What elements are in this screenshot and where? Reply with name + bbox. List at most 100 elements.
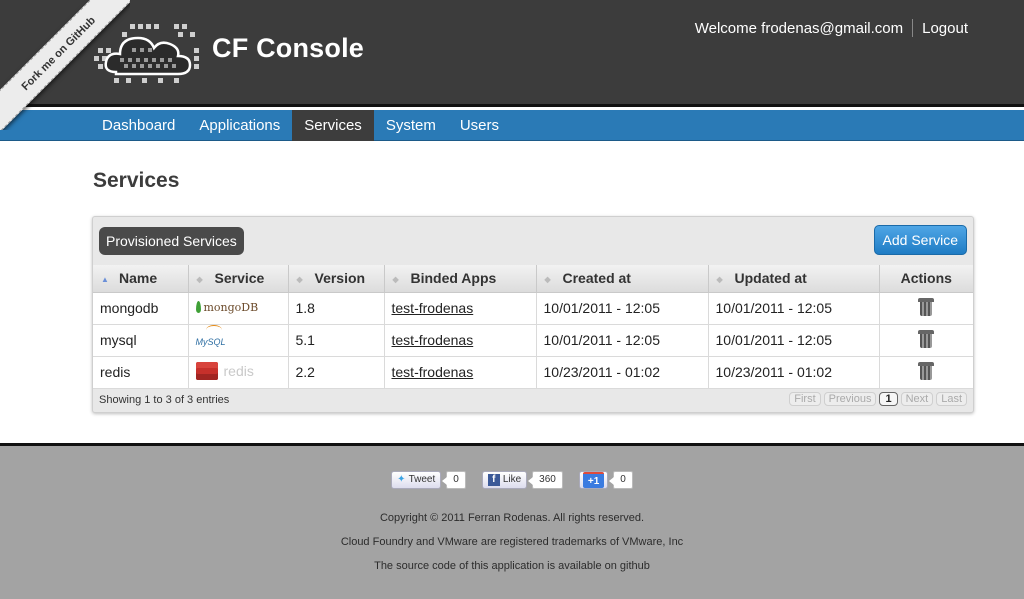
cell-service: redis bbox=[188, 356, 289, 389]
cell-name: mysql bbox=[93, 324, 189, 357]
like-button[interactable]: f Like bbox=[481, 471, 528, 489]
cell-updated-at: 10/01/2011 - 12:05 bbox=[708, 324, 880, 357]
column-header-updated-at[interactable]: ◆ Updated at bbox=[708, 265, 880, 293]
column-header-service[interactable]: ◆ Service bbox=[188, 265, 289, 293]
tweet-button[interactable]: ✦ Tweet bbox=[391, 471, 442, 489]
google-plusone-icon: +1 bbox=[582, 472, 605, 488]
add-service-button[interactable]: Add Service bbox=[873, 225, 967, 255]
github-ribbon[interactable]: Fork me on GitHub bbox=[0, 0, 130, 130]
cell-binded-apps: test-frodenas bbox=[384, 292, 537, 325]
services-panel: Provisioned Services Add Service ▲ Name ◆… bbox=[92, 216, 974, 413]
welcome-text: Welcome frodenas@gmail.com bbox=[694, 19, 904, 37]
sort-asc-icon: ▲ bbox=[101, 275, 109, 285]
trash-icon[interactable] bbox=[918, 361, 935, 380]
table-row: redis redis 2.2 test-frodenas 10/23/2011… bbox=[93, 356, 973, 389]
service-logo-text: MySQL bbox=[195, 337, 226, 347]
logout-link[interactable]: Logout bbox=[922, 20, 968, 37]
table-header-row: ▲ Name ◆ Service ◆ Version ◆ Binded Apps ◆ Cr… bbox=[93, 265, 973, 293]
cell-binded-apps: test-frodenas bbox=[384, 356, 537, 389]
sort-icon: ◆ bbox=[296, 275, 303, 285]
cell-name: mongodb bbox=[93, 292, 189, 325]
column-label: Service bbox=[214, 270, 265, 287]
like-count: 360 bbox=[528, 471, 563, 489]
trash-icon[interactable] bbox=[918, 297, 935, 316]
pagination: First Previous 1 Next Last bbox=[789, 392, 967, 406]
cell-actions bbox=[879, 292, 973, 325]
cell-updated-at: 10/01/2011 - 12:05 bbox=[708, 292, 880, 325]
column-label: Binded Apps bbox=[410, 270, 497, 287]
binded-app-link[interactable]: test-frodenas bbox=[392, 332, 474, 348]
cell-binded-apps: test-frodenas bbox=[384, 324, 537, 357]
cell-version: 5.1 bbox=[288, 324, 385, 357]
nav-item-services[interactable]: Services bbox=[292, 110, 374, 141]
mongodb-logo-icon: mongoDB bbox=[195, 300, 259, 314]
cell-version: 2.2 bbox=[288, 356, 385, 389]
page-footer: ✦ Tweet 0 f Like 360 +1 0 Copyright © 2011… bbox=[0, 443, 1024, 599]
cell-version: 1.8 bbox=[288, 292, 385, 325]
github-ribbon-label[interactable]: Fork me on GitHub bbox=[0, 0, 130, 130]
divider bbox=[912, 19, 914, 37]
tweet-count: 0 bbox=[442, 471, 466, 489]
source-code-text: The source code of this application is a… bbox=[374, 560, 650, 572]
sort-icon: ◆ bbox=[544, 275, 551, 285]
sort-icon: ◆ bbox=[716, 275, 723, 285]
pager-last[interactable]: Last bbox=[936, 392, 967, 406]
main-nav: Dashboard Applications Services System U… bbox=[0, 110, 1024, 141]
column-label: Name bbox=[119, 270, 158, 287]
tweet-widget: ✦ Tweet 0 bbox=[391, 471, 466, 489]
column-header-binded-apps[interactable]: ◆ Binded Apps bbox=[384, 265, 537, 293]
nav-list: Dashboard Applications Services System U… bbox=[90, 110, 1024, 141]
facebook-icon: f bbox=[487, 474, 500, 486]
cell-created-at: 10/23/2011 - 01:02 bbox=[536, 356, 709, 389]
pager-current-page[interactable]: 1 bbox=[879, 392, 898, 406]
social-buttons: ✦ Tweet 0 f Like 360 +1 0 bbox=[0, 471, 1024, 489]
mysql-logo-icon: MySQL bbox=[195, 325, 226, 347]
app-header: Fork me on GitHub CF Console Welcome fro… bbox=[0, 0, 1024, 130]
column-label: Version bbox=[314, 270, 366, 287]
services-table: ▲ Name ◆ Service ◆ Version ◆ Binded Apps ◆ Cr… bbox=[93, 265, 973, 389]
trademark-text: Cloud Foundry and VMware are registered … bbox=[340, 536, 684, 548]
column-header-created-at[interactable]: ◆ Created at bbox=[536, 265, 709, 293]
cell-service: mongoDB bbox=[188, 292, 289, 325]
copyright-text: Copyright © 2011 Ferran Rodenas. All rig… bbox=[379, 512, 645, 524]
like-label: Like bbox=[502, 474, 522, 485]
app-brand[interactable]: CF Console bbox=[212, 33, 364, 64]
user-nav: Welcome frodenas@gmail.com Logout bbox=[695, 19, 968, 37]
pager-next[interactable]: Next bbox=[900, 392, 934, 406]
redis-logo-icon: redis bbox=[195, 361, 254, 380]
sort-icon: ◆ bbox=[392, 275, 399, 285]
page-title: Services bbox=[93, 169, 180, 192]
column-label: Created at bbox=[562, 270, 631, 287]
cell-actions bbox=[879, 324, 973, 357]
panel-title: Provisioned Services bbox=[99, 227, 244, 255]
cell-actions bbox=[879, 356, 973, 389]
cell-created-at: 10/01/2011 - 12:05 bbox=[536, 324, 709, 357]
pager-first[interactable]: First bbox=[789, 392, 821, 406]
nav-item-system[interactable]: System bbox=[374, 110, 448, 141]
tweet-label: Tweet bbox=[408, 474, 436, 485]
column-header-version[interactable]: ◆ Version bbox=[288, 265, 385, 293]
service-logo-text: redis bbox=[223, 362, 254, 379]
plusone-count: 0 bbox=[609, 471, 633, 489]
plusone-button[interactable]: +1 bbox=[578, 471, 609, 489]
cell-service: MySQL bbox=[188, 324, 289, 357]
nav-item-applications[interactable]: Applications bbox=[187, 110, 292, 141]
cell-created-at: 10/01/2011 - 12:05 bbox=[536, 292, 709, 325]
like-widget: f Like 360 bbox=[481, 471, 563, 489]
trash-icon[interactable] bbox=[918, 329, 935, 348]
plusone-widget: +1 0 bbox=[578, 471, 633, 489]
sort-icon: ◆ bbox=[196, 275, 203, 285]
column-header-name[interactable]: ▲ Name bbox=[93, 265, 189, 293]
table-row: mysql MySQL 5.1 test-frodenas 10/01/2011… bbox=[93, 324, 973, 357]
service-logo-text: mongoDB bbox=[203, 300, 259, 314]
cell-updated-at: 10/23/2011 - 01:02 bbox=[708, 356, 880, 389]
binded-app-link[interactable]: test-frodenas bbox=[392, 364, 474, 380]
nav-item-users[interactable]: Users bbox=[448, 110, 511, 141]
column-header-actions: Actions bbox=[879, 265, 973, 293]
pager-previous[interactable]: Previous bbox=[823, 392, 877, 406]
table-row: mongodb mongoDB 1.8 test-frodenas 10/01/… bbox=[93, 292, 973, 325]
table-info: Showing 1 to 3 of 3 entries bbox=[99, 394, 230, 406]
binded-app-link[interactable]: test-frodenas bbox=[392, 300, 474, 316]
twitter-bird-icon: ✦ bbox=[397, 474, 406, 485]
column-label: Updated at bbox=[734, 270, 807, 287]
